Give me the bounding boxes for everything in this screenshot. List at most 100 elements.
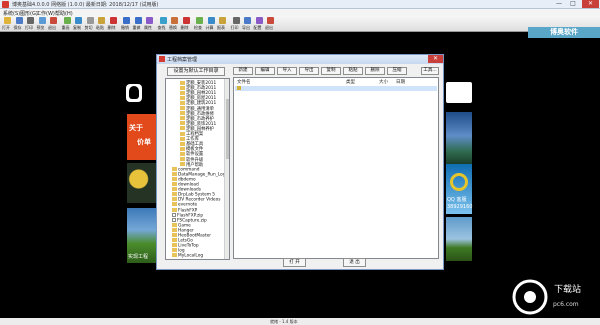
toolbar-label: 属性 [144,25,152,30]
tree-scrollbar[interactable] [224,79,229,259]
toolbar-label: 撤销 [121,25,129,30]
toolbar-label: 删除 [180,25,189,30]
file-list[interactable]: 文件名 类型 大小 日期 [233,77,439,259]
toolbar-label: 打印 [230,25,239,30]
import-button[interactable]: 导入 [277,67,297,75]
toolbar-button[interactable]: 属性 [144,17,154,31]
toolbar-icon [219,17,226,24]
toolbar-icon [134,17,142,24]
qq-penguin-icon[interactable] [126,84,142,102]
promo-banner[interactable]: 关于 价单 [127,114,156,160]
dialog-close-button[interactable]: ✕ [428,55,443,63]
partner-logo[interactable] [446,82,472,103]
folder-icon [180,141,185,146]
paste-button[interactable]: 粘贴 [343,67,363,75]
toolbar-button[interactable]: 导出 [242,17,252,31]
tools-button[interactable]: 工具... [421,67,439,75]
toolbar-button[interactable]: 撤销 [121,17,131,31]
city-thumbnail[interactable] [446,112,472,165]
open-button[interactable]: 打 开 [283,258,306,267]
tree-scroll-thumb[interactable] [226,99,229,159]
folder-icon [180,95,185,100]
folder-icon [172,227,177,232]
export-button[interactable]: 导出 [299,67,319,75]
toolbar-button[interactable]: 预览 [37,17,47,31]
toolbar-button[interactable]: 打印 [25,17,35,31]
toolbar-button[interactable]: 剪切 [85,17,95,31]
app-icon [2,1,9,8]
folder-icon [180,106,185,110]
toolbar-icon [244,17,251,24]
toolbar-label: 检查 [194,25,202,30]
toolbar-button[interactable]: 报表 [217,17,227,31]
toolbar-label: 剪切 [84,25,93,30]
toolbar-button[interactable]: 打印 [231,17,241,31]
folder-icon [172,253,177,258]
toolbar-button[interactable]: 复制 [73,17,83,31]
status-bar: 就绪 - 1.4 版本 [0,318,600,325]
toolbar-icon [75,17,82,24]
tree-item[interactable]: MyLocalLog [172,253,203,259]
toolbar-label: 复制 [73,25,81,30]
edit-button[interactable]: 编辑 [255,67,275,75]
toolbar-icon [196,17,203,24]
toolbar-label: 计算 [205,25,214,30]
landscape-thumbnail[interactable]: 实现工程 [127,208,156,263]
ad-thumbnail[interactable] [127,163,156,203]
new-button[interactable]: 新建 [233,67,253,75]
maximize-button[interactable]: □ [566,0,580,8]
toolbar-button[interactable]: 退出 [48,17,58,31]
toolbar-label: 报表 [217,25,225,30]
list-item[interactable] [235,86,437,91]
toolbar-button[interactable]: 保存 [14,17,24,31]
delete-button[interactable]: 删除 [365,67,385,75]
toolbar-label: 打开 [2,25,10,30]
folder-icon [172,176,177,181]
close-button[interactable]: ✕ [582,0,599,8]
toolbar-label: 查找 [157,25,166,30]
promo-text-line2: 价单 [137,138,151,146]
toolbar-icon [109,17,117,24]
compress-button[interactable]: 压缩 [387,67,407,75]
toolbar-icon [146,17,153,24]
toolbar-button[interactable]: 粘贴 [96,17,106,31]
minimize-button[interactable]: — [552,0,566,8]
toolbar-button[interactable]: 查找 [158,17,168,31]
toolbar-button[interactable]: 退出 [265,17,275,31]
project-archive-dialog: 工程档案管理 ✕ 设置为默认工作目录 定额_安装2011 定额_市政2011 定额_… [156,54,444,270]
column-filename[interactable]: 文件名 [237,79,251,85]
folder-icon [172,238,177,243]
toolbar-icon [182,17,190,24]
pc6-logo-icon [512,279,548,315]
toolbar-button[interactable]: 重画 [62,17,72,31]
toolbar-label: 重画 [61,25,70,30]
column-type[interactable]: 类型 [346,79,355,85]
toolbar-button[interactable]: 删除 [108,17,118,31]
toolbar-button[interactable]: 检查 [194,17,204,31]
toolbar-button[interactable]: 打开 [2,17,12,31]
folder-icon [172,248,177,253]
toolbar-icon [232,17,240,24]
qq-service-label: QQ 客服 [447,197,467,203]
dialog-title-bar: 工程档案管理 ✕ [157,55,443,64]
folder-icon [180,90,185,95]
folder-icon [172,233,177,237]
qq-service-banner[interactable]: QQ 客服 38929160 [446,164,472,214]
toolbar-icon [15,17,23,24]
tree-thumbnail[interactable] [446,217,472,261]
menu-bar: 系统(S) 图形(G) 工作(W) 帮助(H) [0,9,600,17]
column-date[interactable]: 日期 [396,79,405,85]
toolbar-button[interactable]: 重做 [133,17,143,31]
copy-button[interactable]: 复制 [321,67,341,75]
set-default-dir-button[interactable]: 设置为默认工作目录 [167,67,225,76]
toolbar-label: 退出 [265,25,273,30]
exit-button[interactable]: 退 出 [343,258,366,267]
dialog-title: 工程档案管理 [167,57,198,63]
folder-icon [180,157,185,161]
toolbar-button[interactable]: 替换 [169,17,179,31]
column-size[interactable]: 大小 [379,79,388,85]
toolbar-button[interactable]: 删除 [181,17,191,31]
folder-tree[interactable]: 定额_安装2011 定额_市政2011 定额_园林2011 定额_房屋2011 定额_建… [165,78,230,260]
toolbar-button[interactable]: 计算 [206,17,216,31]
toolbar-button[interactable]: 配置 [254,17,264,31]
